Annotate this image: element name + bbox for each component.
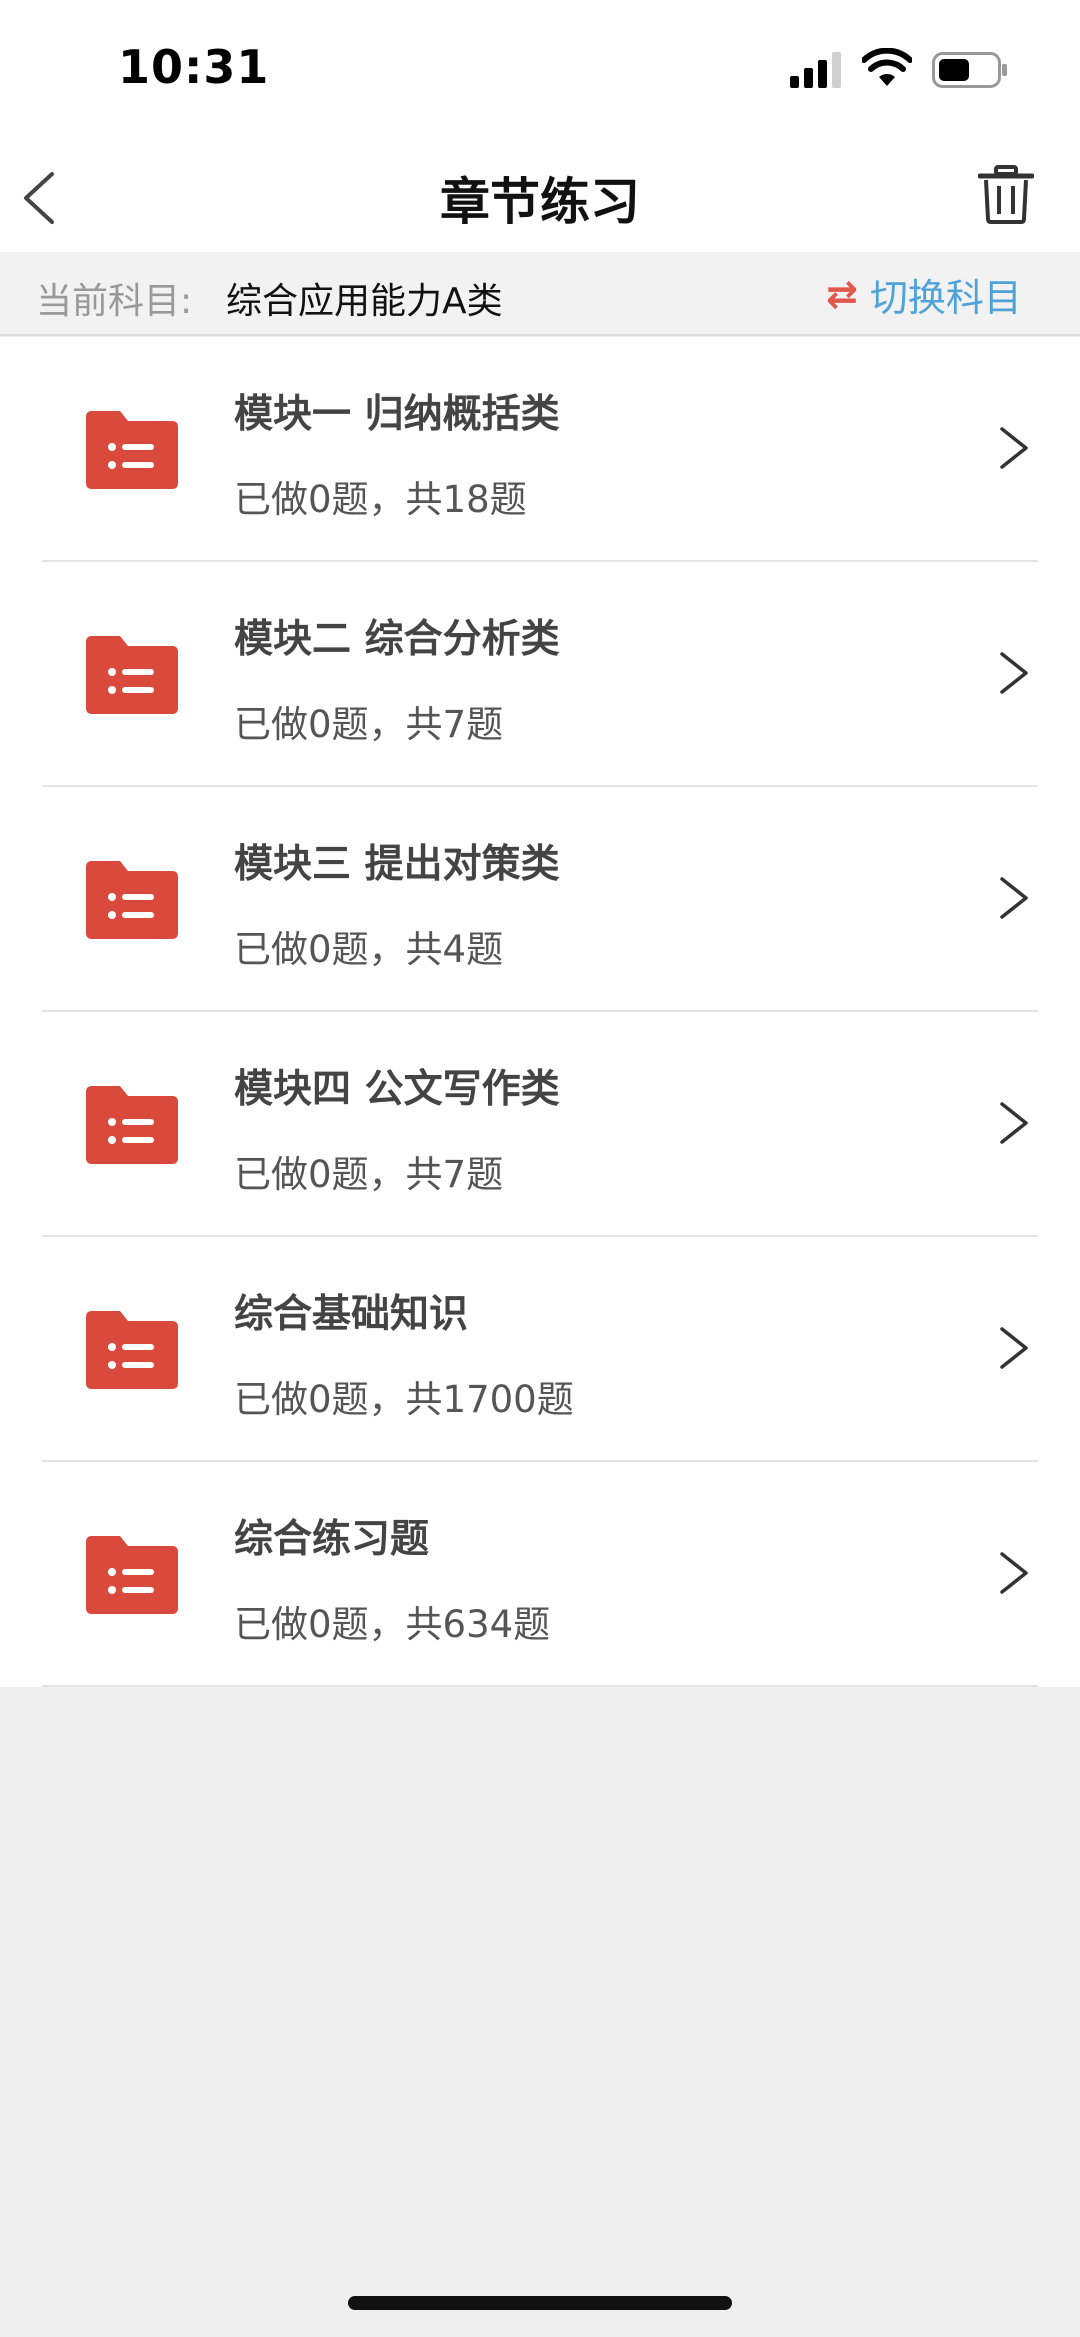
- switch-subject-button[interactable]: ⇄ 切换科目: [826, 266, 1022, 322]
- chapter-row-2[interactable]: 模块二 综合分析类 已做0题，共7题: [0, 562, 1080, 787]
- chapter-progress: 已做0题，共7题: [234, 703, 504, 746]
- chapter-row-5[interactable]: 综合基础知识 已做0题，共1700题: [0, 1237, 1080, 1462]
- chapter-title: 模块二 综合分析类: [234, 617, 560, 662]
- chapter-progress: 已做0题，共634题: [234, 1603, 551, 1646]
- subject-value: 综合应用能力A类: [226, 281, 503, 322]
- chapter-title: 模块四 公文写作类: [234, 1067, 560, 1112]
- nav-bar: 章节练习: [0, 140, 1080, 252]
- status-bar: 10:31: [0, 0, 1080, 140]
- switch-subject-label: 切换科目: [869, 275, 1022, 320]
- folder-list-icon: [86, 861, 178, 939]
- folder-list-icon: [86, 1536, 178, 1614]
- home-indicator[interactable]: [348, 2296, 732, 2310]
- signal-icon: [790, 52, 841, 88]
- chevron-right-icon: [1000, 877, 1028, 919]
- page-title: 章节练习: [440, 173, 640, 231]
- trash-icon[interactable]: [978, 164, 1034, 224]
- chapter-list: 模块一 归纳概括类 已做0题，共18题 模块二 综合分析类 已做0题，共7题 模…: [0, 337, 1080, 1687]
- chapter-progress: 已做0题，共4题: [234, 928, 504, 971]
- chevron-right-icon: [1000, 1327, 1028, 1369]
- folder-list-icon: [86, 636, 178, 714]
- folder-list-icon: [86, 1086, 178, 1164]
- battery-icon: [932, 52, 1007, 88]
- folder-list-icon: [86, 1311, 178, 1389]
- chapter-title: 模块一 归纳概括类: [234, 392, 560, 437]
- chapter-progress: 已做0题，共18题: [234, 478, 527, 521]
- chapter-title: 综合基础知识: [234, 1292, 469, 1337]
- chapter-title: 综合练习题: [234, 1517, 430, 1562]
- wifi-icon: [862, 48, 912, 86]
- chapter-progress: 已做0题，共1700题: [234, 1378, 574, 1421]
- swap-arrows-icon: ⇄: [826, 272, 858, 316]
- chevron-right-icon: [1000, 427, 1028, 469]
- chevron-right-icon: [1000, 1102, 1028, 1144]
- chapter-row-6[interactable]: 综合练习题 已做0题，共634题: [0, 1462, 1080, 1687]
- chevron-right-icon: [1000, 1552, 1028, 1594]
- subject-bar: 当前科目: 综合应用能力A类 ⇄ 切换科目: [0, 252, 1080, 336]
- chapter-title: 模块三 提出对策类: [234, 842, 560, 887]
- chevron-right-icon: [1000, 652, 1028, 694]
- subject-label: 当前科目:: [36, 281, 193, 322]
- status-time: 10:31: [118, 40, 270, 94]
- chapter-progress: 已做0题，共7题: [234, 1153, 504, 1196]
- chapter-row-4[interactable]: 模块四 公文写作类 已做0题，共7题: [0, 1012, 1080, 1237]
- chapter-row-1[interactable]: 模块一 归纳概括类 已做0题，共18题: [0, 337, 1080, 562]
- chapter-row-3[interactable]: 模块三 提出对策类 已做0题，共4题: [0, 787, 1080, 1012]
- folder-list-icon: [86, 411, 178, 489]
